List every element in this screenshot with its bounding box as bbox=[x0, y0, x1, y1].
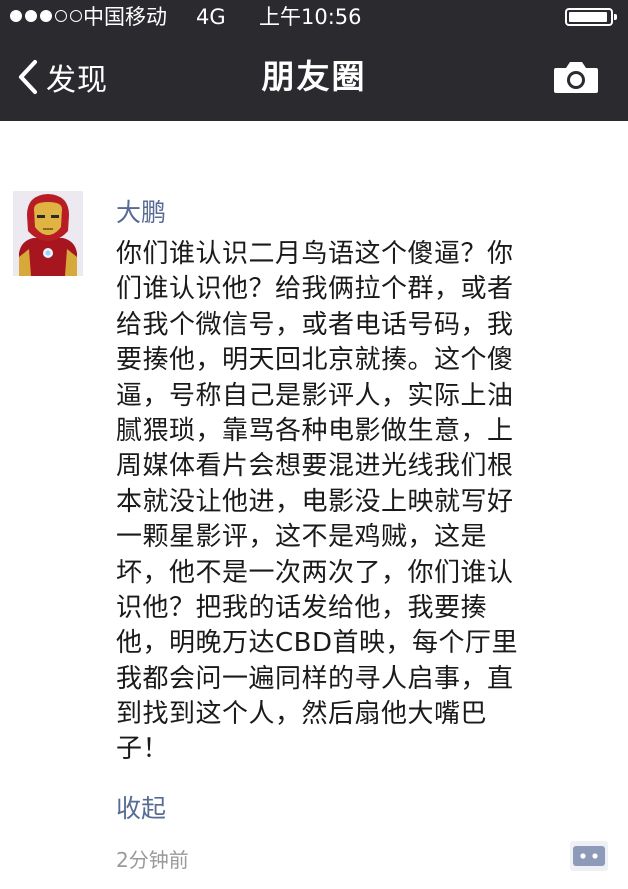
post-content-line: 逼，号称自己是影评人，实际上油 bbox=[116, 380, 514, 411]
signal-dot bbox=[25, 10, 37, 22]
comment-icon bbox=[570, 841, 608, 871]
post-content-line: 你们谁认识二月鸟语这个傻逼？你 bbox=[116, 239, 514, 269]
back-button[interactable]: 发现 bbox=[16, 55, 108, 99]
post-content: 你们谁认识二月鸟语这个傻逼？你 们谁认识他？给我俩拉个群，或者 给我个微信号，或… bbox=[116, 237, 586, 768]
camera-button[interactable] bbox=[552, 59, 600, 95]
post-author[interactable]: 大鹏 bbox=[116, 193, 166, 229]
battery-icon bbox=[565, 8, 617, 26]
signal-dot bbox=[40, 10, 52, 22]
post-content-line: 们谁认识他？给我俩拉个群，或者 bbox=[116, 274, 514, 305]
avatar[interactable] bbox=[13, 191, 83, 276]
top-bar: 中国移动 4G 上午10:56 发现 朋友圈 bbox=[0, 0, 628, 121]
signal-dot bbox=[70, 10, 82, 22]
post-content-line: 子！ bbox=[116, 734, 170, 765]
signal-dot bbox=[55, 10, 67, 22]
signal-dot bbox=[10, 10, 22, 22]
post-content-line: 本就没让他进，电影没上映就写好 bbox=[116, 486, 514, 517]
status-bar: 中国移动 4G 上午10:56 bbox=[0, 0, 628, 34]
post-content-line: 要揍他，明天回北京就揍。这个傻 bbox=[116, 345, 514, 376]
page-title: 朋友圈 bbox=[261, 57, 367, 96]
post-content-line: 识他？把我的话发给他，我要揍 bbox=[116, 592, 488, 623]
camera-icon bbox=[554, 62, 598, 93]
post-content-line: 到找到这个人，然后扇他大嘴巴 bbox=[116, 699, 488, 730]
post-content-line: 我都会问一遍同样的寻人启事，直 bbox=[116, 663, 514, 694]
iron-man-avatar bbox=[13, 191, 83, 276]
post-timestamp: 2分钟前 bbox=[116, 848, 189, 872]
post-content-line: 坏，他不是一次两次了，你们谁认 bbox=[116, 557, 514, 588]
post-content-line: 他，明晚万达CBD首映，每个厅里 bbox=[116, 628, 519, 659]
status-time: 上午10:56 bbox=[259, 5, 362, 29]
post-content-line: 一颗星影评，这不是鸡贼，这是 bbox=[116, 522, 488, 553]
signal-strength-icon bbox=[10, 10, 82, 24]
post-content-line: 周媒体看片会想要混进光线我们根 bbox=[116, 451, 514, 482]
chevron-left-icon bbox=[18, 59, 38, 95]
carrier-name: 中国移动 bbox=[83, 5, 167, 29]
post-content-line: 给我个微信号，或者电话号码，我 bbox=[116, 309, 514, 340]
comment-button[interactable] bbox=[570, 841, 608, 871]
collapse-link[interactable]: 收起 bbox=[116, 789, 166, 825]
battery-nub bbox=[614, 14, 617, 20]
battery-level-fill bbox=[569, 12, 607, 22]
post-content-line: 腻猥琐，靠骂各种电影做生意，上 bbox=[116, 415, 514, 446]
network-type: 4G bbox=[196, 5, 226, 29]
back-label: 发现 bbox=[46, 63, 108, 98]
moments-post: 大鹏 你们谁认识二月鸟语这个傻逼？你 们谁认识他？给我俩拉个群，或者 给我个微信… bbox=[0, 121, 628, 889]
